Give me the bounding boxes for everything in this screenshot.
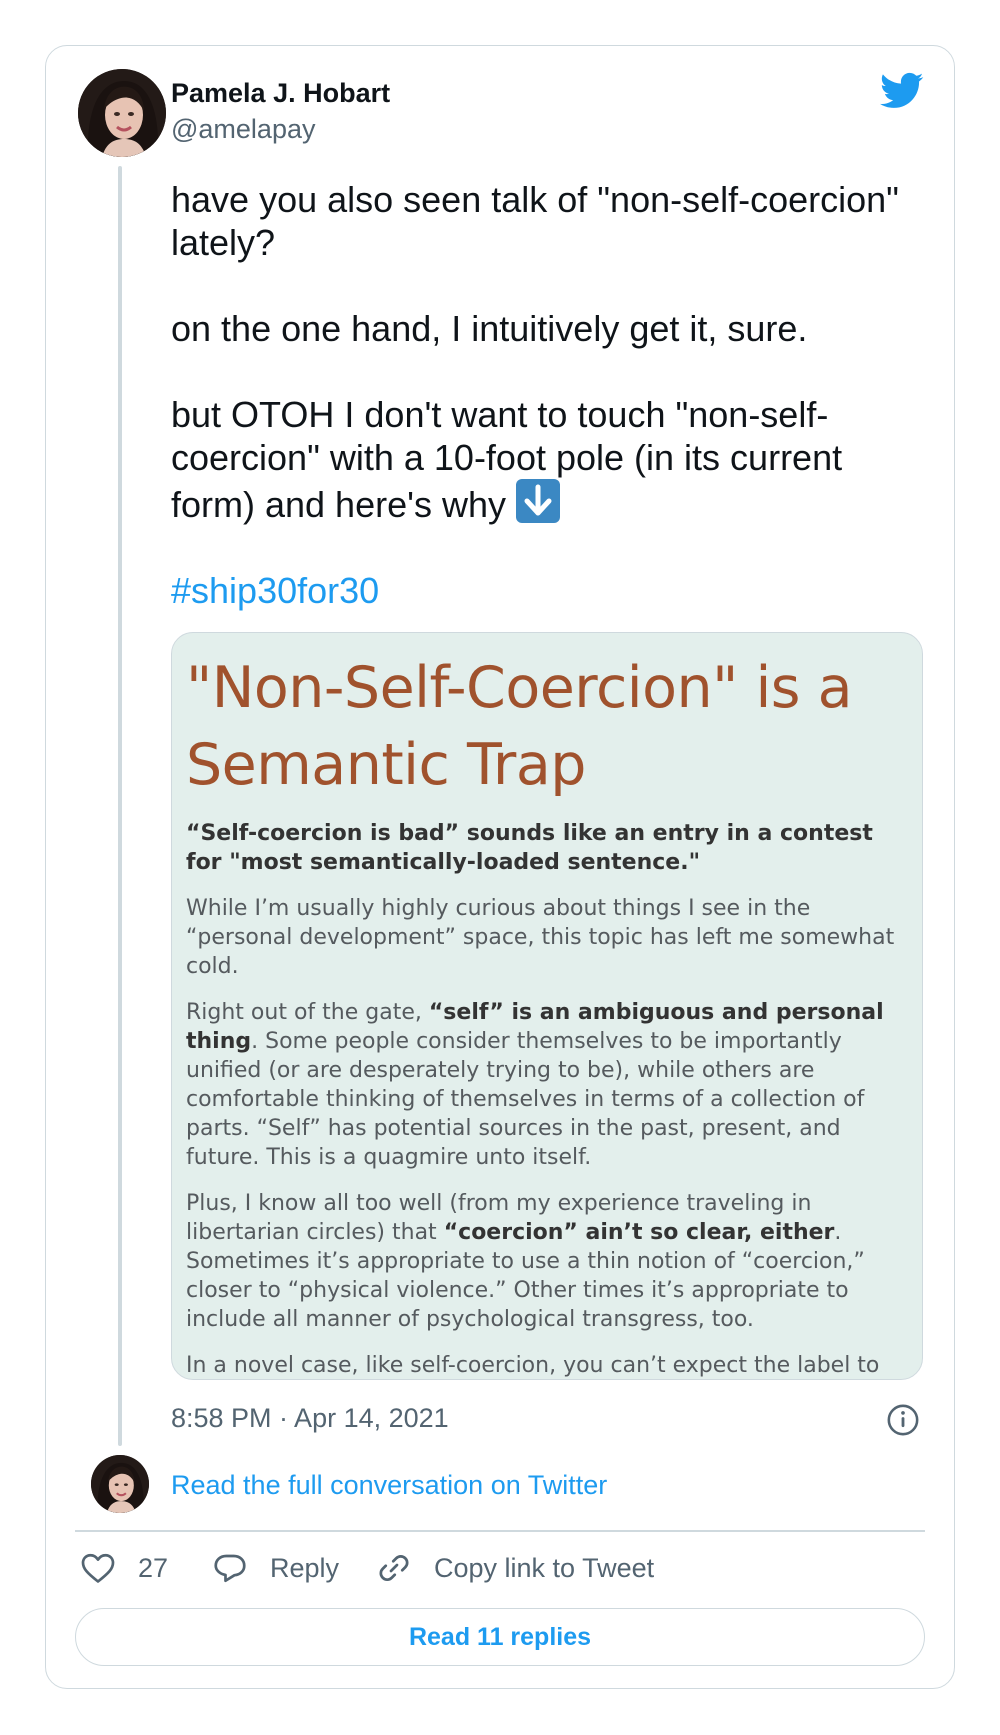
down-arrow-emoji-icon — [516, 479, 561, 523]
reply-button[interactable]: Reply — [212, 1548, 339, 1588]
tweet-paragraph: but OTOH I don't want to touch "non-self… — [171, 394, 843, 525]
image-paragraph: Right out of the gate, “self” is an ambi… — [186, 1000, 884, 1170]
link-icon — [379, 1554, 409, 1582]
author-name[interactable]: Pamela J. Hobart — [171, 78, 390, 109]
image-paragraph: Plus, I know all too well (from my exper… — [186, 1191, 865, 1332]
author-avatar[interactable] — [78, 69, 166, 157]
author-handle[interactable]: @amelapay — [171, 114, 315, 145]
tweet-paragraph: have you also seen talk of "non-self-coe… — [171, 179, 899, 263]
tweet-timestamp[interactable]: 8:58 PM · Apr 14, 2021 — [171, 1403, 449, 1434]
tweet-paragraph: on the one hand, I intuitively get it, s… — [171, 308, 808, 349]
copy-link-label: Copy link to Tweet — [434, 1552, 655, 1583]
reply-label: Reply — [270, 1552, 340, 1583]
like-button[interactable]: 27 — [80, 1548, 168, 1588]
image-paragraph: In a novel case, like self-coercion, you… — [186, 1353, 880, 1378]
author-avatar-small[interactable] — [91, 1455, 149, 1513]
divider — [75, 1530, 925, 1532]
heart-icon — [81, 1553, 115, 1583]
twitter-bird-icon[interactable] — [880, 72, 924, 110]
tweet-text: have you also seen talk of "non-self-coe… — [171, 178, 931, 655]
image-title: "Non-Self-Coercion" is a Semantic Trap — [186, 655, 853, 798]
read-replies-button[interactable]: Read 11 replies — [75, 1608, 925, 1666]
image-lead-text: “Self-coercion is bad” sounds like an en… — [186, 821, 873, 875]
thread-line — [118, 166, 122, 1446]
info-icon[interactable] — [886, 1403, 920, 1437]
tweet-image[interactable]: "Non-Self-Coercion" is a Semantic Trap “… — [171, 632, 923, 1380]
image-body-text: “Self-coercion is bad” sounds like an en… — [186, 819, 902, 1379]
full-conversation-link[interactable]: Read the full conversation on Twitter — [171, 1470, 607, 1501]
copy-link-button[interactable]: Copy link to Tweet — [376, 1548, 654, 1588]
reply-bubble-icon — [214, 1554, 246, 1583]
like-count: 27 — [138, 1552, 169, 1583]
image-paragraph: While I’m usually highly curious about t… — [186, 896, 895, 979]
hashtag-link[interactable]: #ship30for30 — [171, 569, 931, 612]
